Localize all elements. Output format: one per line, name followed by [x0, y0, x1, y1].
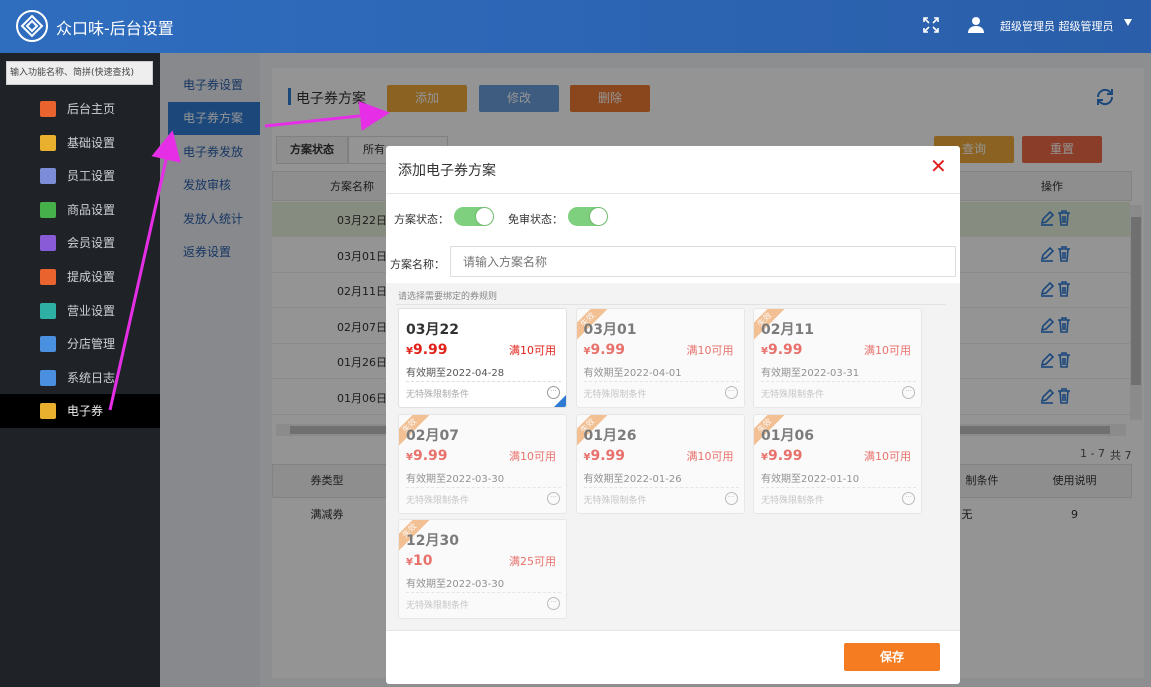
coupon-validity: 有效期至2022-03-30	[406, 473, 505, 485]
branch-icon	[40, 336, 56, 353]
coupon-card: 失效 03月01 ¥9.99 满10可用 有效期至2022-04-01 无特殊限制条件 ··…	[575, 308, 745, 408]
plan-name-label: 方案名称：	[390, 258, 445, 271]
chevron-down-icon[interactable]	[1124, 19, 1132, 26]
sidebar-item-label: 分店管理	[67, 337, 116, 352]
coupon-threshold: 满10可用	[509, 449, 556, 463]
add-coupon-plan-modal: 添加电子券方案 ✕ 方案状态： 免审状态： 方案名称： 请选择需要绑定的券规则 …	[386, 146, 960, 684]
coupon-date: 01月06	[761, 427, 814, 444]
coupon-price: ¥9.99	[406, 447, 448, 464]
coupon-price: ¥10	[406, 553, 433, 569]
coupon-threshold: 满25可用	[509, 555, 556, 568]
store-icon	[40, 302, 56, 319]
coupon-threshold: 满10可用	[509, 344, 556, 357]
coupon-threshold: 满10可用	[686, 449, 734, 463]
coupon-date: 12月30	[406, 533, 459, 549]
coupon-validity: 有效期至2022-04-01	[583, 368, 682, 379]
coupon-price: ¥9.99	[583, 447, 626, 464]
sidebar-item-label: 后台主页	[67, 102, 116, 116]
plan-status-label: 方案状态：	[394, 213, 449, 226]
sidebar-item-goods[interactable]: 商品设置	[0, 193, 160, 227]
coupon-note: 无特殊限制条件	[406, 390, 470, 400]
more-icon[interactable]: ···	[724, 491, 738, 505]
save-button[interactable]: 保存	[844, 643, 940, 671]
logo-icon	[16, 10, 48, 42]
coupon-card: 失效 12月30 ¥10 满25可用 有效期至2022-03-30 无特殊限制条件 ···	[398, 519, 567, 619]
coupon-note: 无特殊限制条件	[761, 495, 825, 506]
sidebar-item-label: 营业设置	[67, 303, 116, 318]
app-title: 众口味-后台设置	[56, 19, 174, 38]
audit-status-toggle[interactable]	[568, 207, 608, 226]
coupon-card: 失效 02月07 ¥9.99 满10可用 有效期至2022-03-30 无特殊限制条件 ··…	[398, 413, 567, 514]
coupon-threshold: 满10可用	[864, 449, 911, 463]
coupon-note: 无特殊限制条件	[583, 495, 647, 506]
coupon-card: 失效 01月06 ¥9.99 满10可用 有效期至2022-01-10 无特殊限制条件 ··…	[753, 413, 922, 514]
more-icon[interactable]: ···	[724, 386, 738, 399]
coupon-card[interactable]: 03月22 ¥9.99 满10可用 有效期至2022-04-28 无特殊限制条件 ···	[398, 308, 567, 408]
sidebar-item-label: 会员设置	[67, 236, 116, 251]
top-bar: 众口味-后台设置 超级管理员 超级管理员	[0, 0, 1151, 53]
chart-icon	[40, 269, 56, 285]
more-icon[interactable]: ···	[547, 597, 560, 610]
coupon-validity: 有效期至2022-01-26	[583, 473, 682, 485]
sidebar-item-store[interactable]: 营业设置	[0, 294, 160, 328]
coupon-price: ¥9.99	[583, 342, 626, 358]
plan-status-toggle[interactable]	[454, 207, 494, 226]
sidebar-item-label: 商品设置	[67, 202, 116, 217]
coupon-card: 失效 02月11 ¥9.99 满10可用 有效期至2022-03-31 无特殊限制条件 ··…	[753, 308, 922, 408]
sidebar-search-input[interactable]: 输入功能名称、简拼(快速查找)	[6, 61, 153, 85]
staff-icon	[40, 168, 56, 185]
coupon-date: 03月22	[406, 322, 459, 338]
coupon-validity: 有效期至2022-01-10	[761, 473, 860, 485]
sidebar-item-crown[interactable]: 会员设置	[0, 226, 160, 260]
coupon-note: 无特殊限制条件	[406, 601, 470, 611]
modal-title: 添加电子券方案	[398, 163, 496, 179]
sidebar-item-log[interactable]: 系统日志	[0, 361, 160, 395]
selected-check-icon	[553, 393, 566, 407]
more-icon[interactable]: ···	[547, 491, 560, 505]
coupon-price: ¥9.99	[406, 342, 448, 358]
coupon-rule-label: 请选择需要绑定的券规则	[398, 292, 498, 302]
sidebar-item-label: 提成设置	[67, 270, 116, 284]
sidebar-item-branch[interactable]: 分店管理	[0, 327, 160, 361]
more-icon[interactable]: ···	[902, 491, 915, 505]
coupon-note: 无特殊限制条件	[406, 495, 470, 506]
coupon-validity: 有效期至2022-03-31	[761, 368, 860, 379]
coupon-note: 无特殊限制条件	[583, 390, 647, 400]
fullscreen-icon[interactable]	[922, 16, 940, 34]
crown-icon	[40, 235, 56, 252]
log-icon	[40, 369, 56, 386]
coupon-date: 02月11	[761, 322, 814, 338]
user-name[interactable]: 超级管理员 超级管理员	[1000, 18, 1114, 34]
sidebar-item-label: 电子券	[67, 404, 104, 419]
coupon-validity: 有效期至2022-04-28	[406, 368, 505, 379]
sidebar-item-home[interactable]: 后台主页	[0, 92, 160, 126]
coupon-icon	[40, 403, 56, 420]
coupon-validity: 有效期至2022-03-30	[406, 579, 505, 590]
sidebar-item-label: 员工设置	[67, 169, 116, 184]
coupon-date: 01月26	[583, 427, 637, 444]
goods-icon	[40, 201, 56, 218]
coupon-price: ¥9.99	[761, 342, 803, 358]
user-avatar-icon[interactable]	[967, 16, 985, 34]
coupon-threshold: 满10可用	[686, 344, 734, 357]
sidebar-item-coupon[interactable]: 电子券	[0, 394, 160, 429]
coupon-price: ¥9.99	[761, 447, 803, 464]
sidebar-item-staff[interactable]: 员工设置	[0, 159, 160, 193]
home-icon	[40, 101, 56, 117]
sidebar-item-label: 基础设置	[67, 135, 116, 150]
coupon-threshold: 满10可用	[864, 344, 911, 357]
sidebar-item-label: 系统日志	[67, 370, 116, 385]
close-icon[interactable]: ✕	[930, 154, 947, 178]
coupon-date: 03月01	[583, 322, 637, 338]
coupon-date: 02月07	[406, 427, 459, 444]
sidebar-item-chart[interactable]: 提成设置	[0, 260, 160, 294]
audit-status-label: 免审状态：	[508, 213, 563, 226]
plan-name-input[interactable]	[450, 246, 956, 277]
sidebar-item-settings[interactable]: 基础设置	[0, 126, 160, 160]
more-icon[interactable]: ···	[902, 386, 915, 399]
coupon-card: 失效 01月26 ¥9.99 满10可用 有效期至2022-01-26 无特殊限制条件 ··…	[575, 413, 745, 514]
coupon-note: 无特殊限制条件	[761, 390, 825, 400]
settings-icon	[40, 134, 56, 151]
